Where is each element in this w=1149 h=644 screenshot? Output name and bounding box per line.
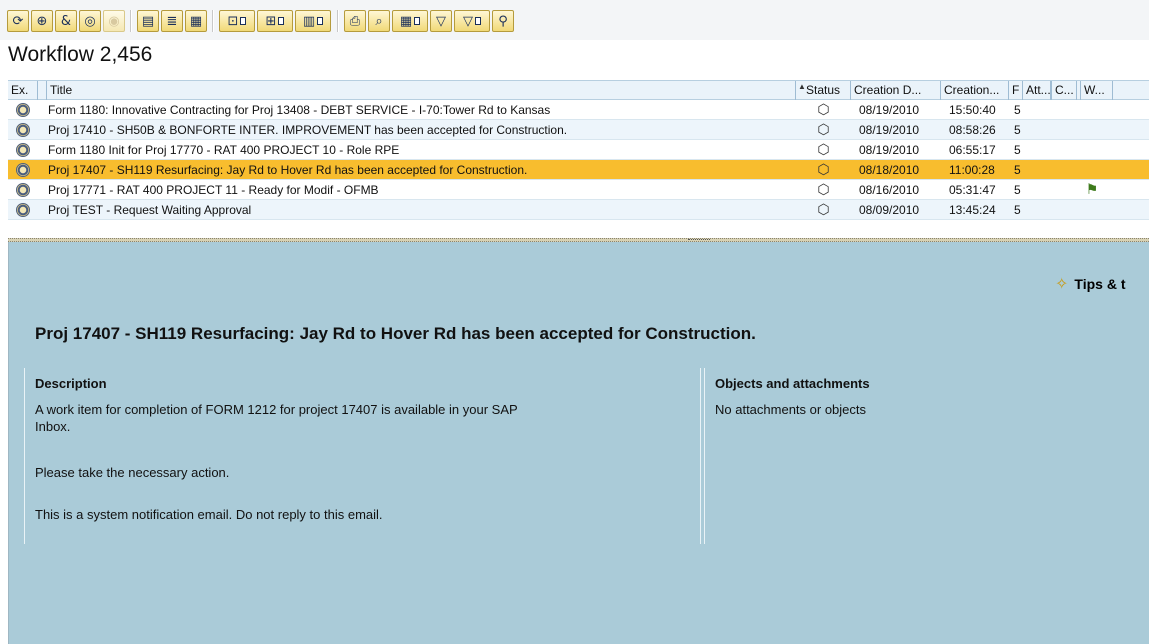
row-date: 08/18/2010 — [859, 163, 920, 177]
work-item-icon — [8, 200, 38, 220]
new-item-icon: ⬡ — [817, 102, 830, 118]
execute-icon[interactable]: ⊕ — [31, 10, 53, 32]
column-header-status[interactable]: Status — [796, 81, 851, 100]
table-row-selected[interactable]: Proj 17407 - SH119 Resurfacing: Jay Rd t… — [8, 160, 1149, 180]
toolbar-separator — [337, 10, 339, 32]
work-item-icon — [8, 140, 38, 160]
row-time: 11:00:28 — [949, 163, 995, 177]
table-row[interactable]: Proj TEST - Request Waiting Approval ⬡ 0… — [8, 200, 1149, 220]
row-title: Form 1180 Init for Proj 17770 - RAT 400 … — [48, 143, 400, 157]
row-title: Proj 17410 - SH50B & BONFORTE INTER. IMP… — [48, 123, 568, 137]
row-f: 5 — [1014, 163, 1021, 177]
preview-subject: Proj 17407 - SH119 Resurfacing: Jay Rd t… — [35, 324, 756, 343]
column-header-creation-date[interactable]: Creation D... — [851, 81, 941, 100]
row-time: 08:58:26 — [949, 123, 996, 137]
attachment-icon[interactable]: ⊡ — [219, 10, 255, 32]
row-date: 08/19/2010 — [859, 123, 920, 137]
row-date: 08/16/2010 — [859, 183, 920, 197]
objects-heading: Objects and attachments — [715, 376, 870, 391]
description-line-1b: Inbox. — [35, 419, 71, 434]
row-time: 05:31:47 — [949, 183, 996, 197]
filter-icon[interactable]: ▤ — [137, 10, 159, 32]
table-row[interactable]: Form 1180 Init for Proj 17770 - RAT 400 … — [8, 140, 1149, 160]
row-f: 5 — [1014, 183, 1021, 197]
find-icon[interactable]: ⚲ — [492, 10, 514, 32]
row-date: 08/19/2010 — [859, 143, 920, 157]
table-row[interactable]: Proj 17410 - SH50B & BONFORTE INTER. IMP… — [8, 120, 1149, 140]
table-header: Ex. Title ▲ Status Creation D... Creatio… — [8, 80, 1149, 100]
layout-icon[interactable]: ▦ — [185, 10, 207, 32]
new-item-icon: ⬡ — [817, 142, 830, 158]
description-line-3: This is a system notification email. Do … — [35, 507, 383, 522]
new-item-icon: ⬡ — [817, 182, 830, 198]
row-date: 08/09/2010 — [859, 203, 920, 217]
splitter-grip[interactable] — [688, 239, 710, 241]
toolbar: ⟳ ⊕ & ◎ ◉ ▤ ≣ ▦ ⊡ ⊞ ▥ ⎙ ⌕ ▦ ▽ ▽ ⚲ — [0, 0, 1149, 40]
row-f: 5 — [1014, 123, 1021, 137]
objects-panel: Objects and attachments No attachments o… — [704, 368, 1149, 544]
workflow-title: Workflow 2,456 — [8, 43, 153, 66]
filter-reset-icon[interactable]: ▽ — [454, 10, 490, 32]
row-time: 06:55:17 — [949, 143, 996, 157]
work-item-icon — [8, 180, 38, 200]
new-item-icon: ⬡ — [817, 202, 830, 218]
description-heading: Description — [35, 376, 107, 391]
workflow-table: Ex. Title ▲ Status Creation D... Creatio… — [8, 80, 1149, 240]
new-item-icon: ⬡ — [817, 162, 830, 178]
column-header-f[interactable]: F — [1009, 81, 1023, 100]
description-panel: Description A work item for completion o… — [24, 368, 701, 544]
row-title: Form 1180: Innovative Contracting for Pr… — [48, 103, 551, 117]
column-header-att[interactable]: Att... — [1023, 81, 1051, 100]
table-row[interactable]: Proj 17771 - RAT 400 PROJECT 11 - Ready … — [8, 180, 1149, 200]
toolbar-separator — [212, 10, 214, 32]
columns-icon[interactable]: ▦ — [392, 10, 428, 32]
table-row[interactable]: Form 1180: Innovative Contracting for Pr… — [8, 100, 1149, 120]
row-f: 5 — [1014, 203, 1021, 217]
description-line-1: A work item for completion of FORM 1212 … — [35, 402, 518, 417]
tips-link[interactable]: ✧ Tips & t — [1055, 274, 1125, 293]
forward-icon[interactable]: & — [55, 10, 77, 32]
tips-label: Tips & t — [1074, 275, 1126, 292]
magic-wand-icon: ✧ — [1055, 274, 1069, 293]
toolbar-separator — [130, 10, 132, 32]
objects-text: No attachments or objects — [715, 402, 867, 417]
row-f: 5 — [1014, 103, 1021, 117]
row-title: Proj TEST - Request Waiting Approval — [48, 203, 252, 217]
work-item-icon — [8, 100, 38, 120]
filter-set-icon[interactable]: ▽ — [430, 10, 452, 32]
print-icon[interactable]: ⎙ — [344, 10, 366, 32]
column-header-ex[interactable]: Ex. — [8, 81, 38, 100]
disabled-icon: ◉ — [103, 10, 125, 32]
row-time: 15:50:40 — [949, 103, 996, 117]
overview-icon[interactable]: ▥ — [295, 10, 331, 32]
column-header-c[interactable]: C... — [1051, 81, 1077, 100]
column-header-w[interactable]: W... — [1080, 81, 1113, 100]
column-header-creation-time[interactable]: Creation... — [941, 81, 1009, 100]
column-header-title[interactable]: Title — [46, 81, 796, 100]
description-line-2: Please take the necessary action. — [35, 465, 230, 480]
flag-icon[interactable]: ⚑ — [1078, 180, 1106, 200]
row-f: 5 — [1014, 143, 1021, 157]
refresh-icon[interactable]: ⟳ — [7, 10, 29, 32]
new-item-icon: ⬡ — [817, 122, 830, 138]
zoom-icon[interactable]: ⌕ — [368, 10, 390, 32]
row-time: 13:45:24 — [949, 203, 996, 217]
work-item-icon — [8, 160, 38, 180]
row-title: Proj 17771 - RAT 400 PROJECT 11 - Ready … — [48, 183, 379, 197]
new-document-icon[interactable]: ⊞ — [257, 10, 293, 32]
sort-icon[interactable]: ≣ — [161, 10, 183, 32]
row-date: 08/19/2010 — [859, 103, 920, 117]
row-title: Proj 17407 - SH119 Resurfacing: Jay Rd t… — [48, 163, 528, 177]
work-item-icon — [8, 120, 38, 140]
display-icon[interactable]: ◎ — [79, 10, 101, 32]
